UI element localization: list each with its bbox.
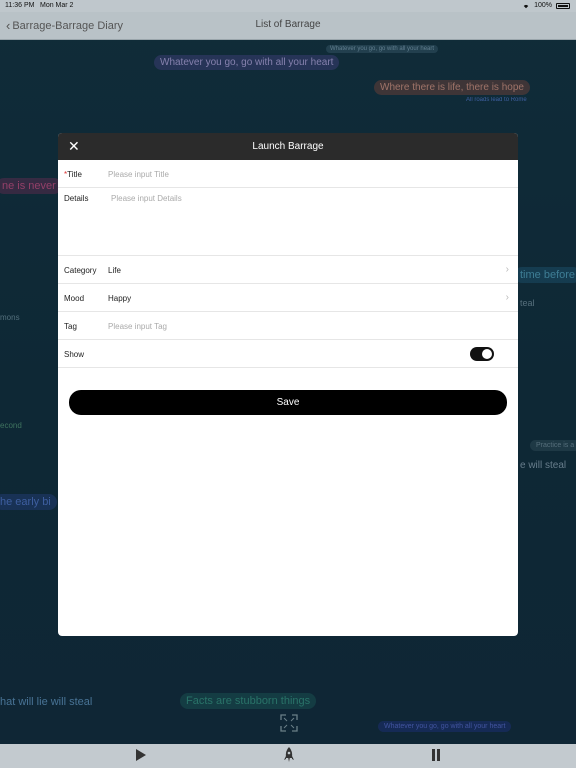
fullscreen-icon[interactable] — [280, 714, 298, 732]
page-title: List of Barrage — [255, 19, 321, 30]
save-button[interactable]: Save — [69, 390, 507, 415]
show-label: Show — [64, 350, 85, 359]
modal-header: ✕ Launch Barrage — [58, 133, 518, 160]
tag-input[interactable]: Please input Tag — [108, 322, 167, 331]
category-label: Category — [64, 266, 97, 275]
bottom-toolbar — [0, 744, 576, 768]
tag-row: Tag Please input Tag — [58, 312, 518, 340]
tag-label: Tag — [64, 322, 77, 331]
chevron-right-icon: › — [505, 264, 509, 275]
details-row: Details Please input Details — [58, 188, 518, 256]
details-input[interactable]: Please input Details — [111, 194, 182, 203]
status-right: 100% — [522, 2, 570, 9]
modal-title: Launch Barrage — [252, 141, 324, 152]
play-icon[interactable] — [136, 749, 146, 761]
nav-bar: ‹ Barrage-Barrage Diary List of Barrage — [0, 12, 576, 40]
title-input[interactable]: Please input Title — [108, 170, 169, 179]
status-date: Mon Mar 2 — [40, 2, 74, 9]
mood-value: Happy — [108, 294, 132, 303]
chevron-right-icon: › — [505, 292, 509, 303]
title-row: *Title Please input Title — [58, 160, 518, 188]
battery-icon — [556, 2, 570, 9]
title-label-text: Title — [67, 170, 82, 179]
details-label: Details — [64, 194, 89, 203]
rocket-icon[interactable] — [283, 746, 295, 764]
category-value: Life — [108, 266, 121, 275]
show-toggle[interactable] — [470, 347, 494, 361]
wifi-icon — [523, 4, 529, 8]
status-time: 11:36 PM — [5, 2, 35, 9]
status-bar: 11:36 PM Mon Mar 2 100% — [0, 0, 576, 12]
battery-percent: 100% — [534, 2, 552, 9]
pause-icon[interactable] — [431, 749, 441, 761]
launch-barrage-modal: ✕ Launch Barrage *Title Please input Tit… — [58, 133, 518, 636]
title-label: *Title — [64, 170, 82, 179]
mood-label: Mood — [64, 294, 85, 303]
category-row[interactable]: Category Life › — [58, 256, 518, 284]
show-row: Show — [58, 340, 518, 368]
mood-row[interactable]: Mood Happy › — [58, 284, 518, 312]
